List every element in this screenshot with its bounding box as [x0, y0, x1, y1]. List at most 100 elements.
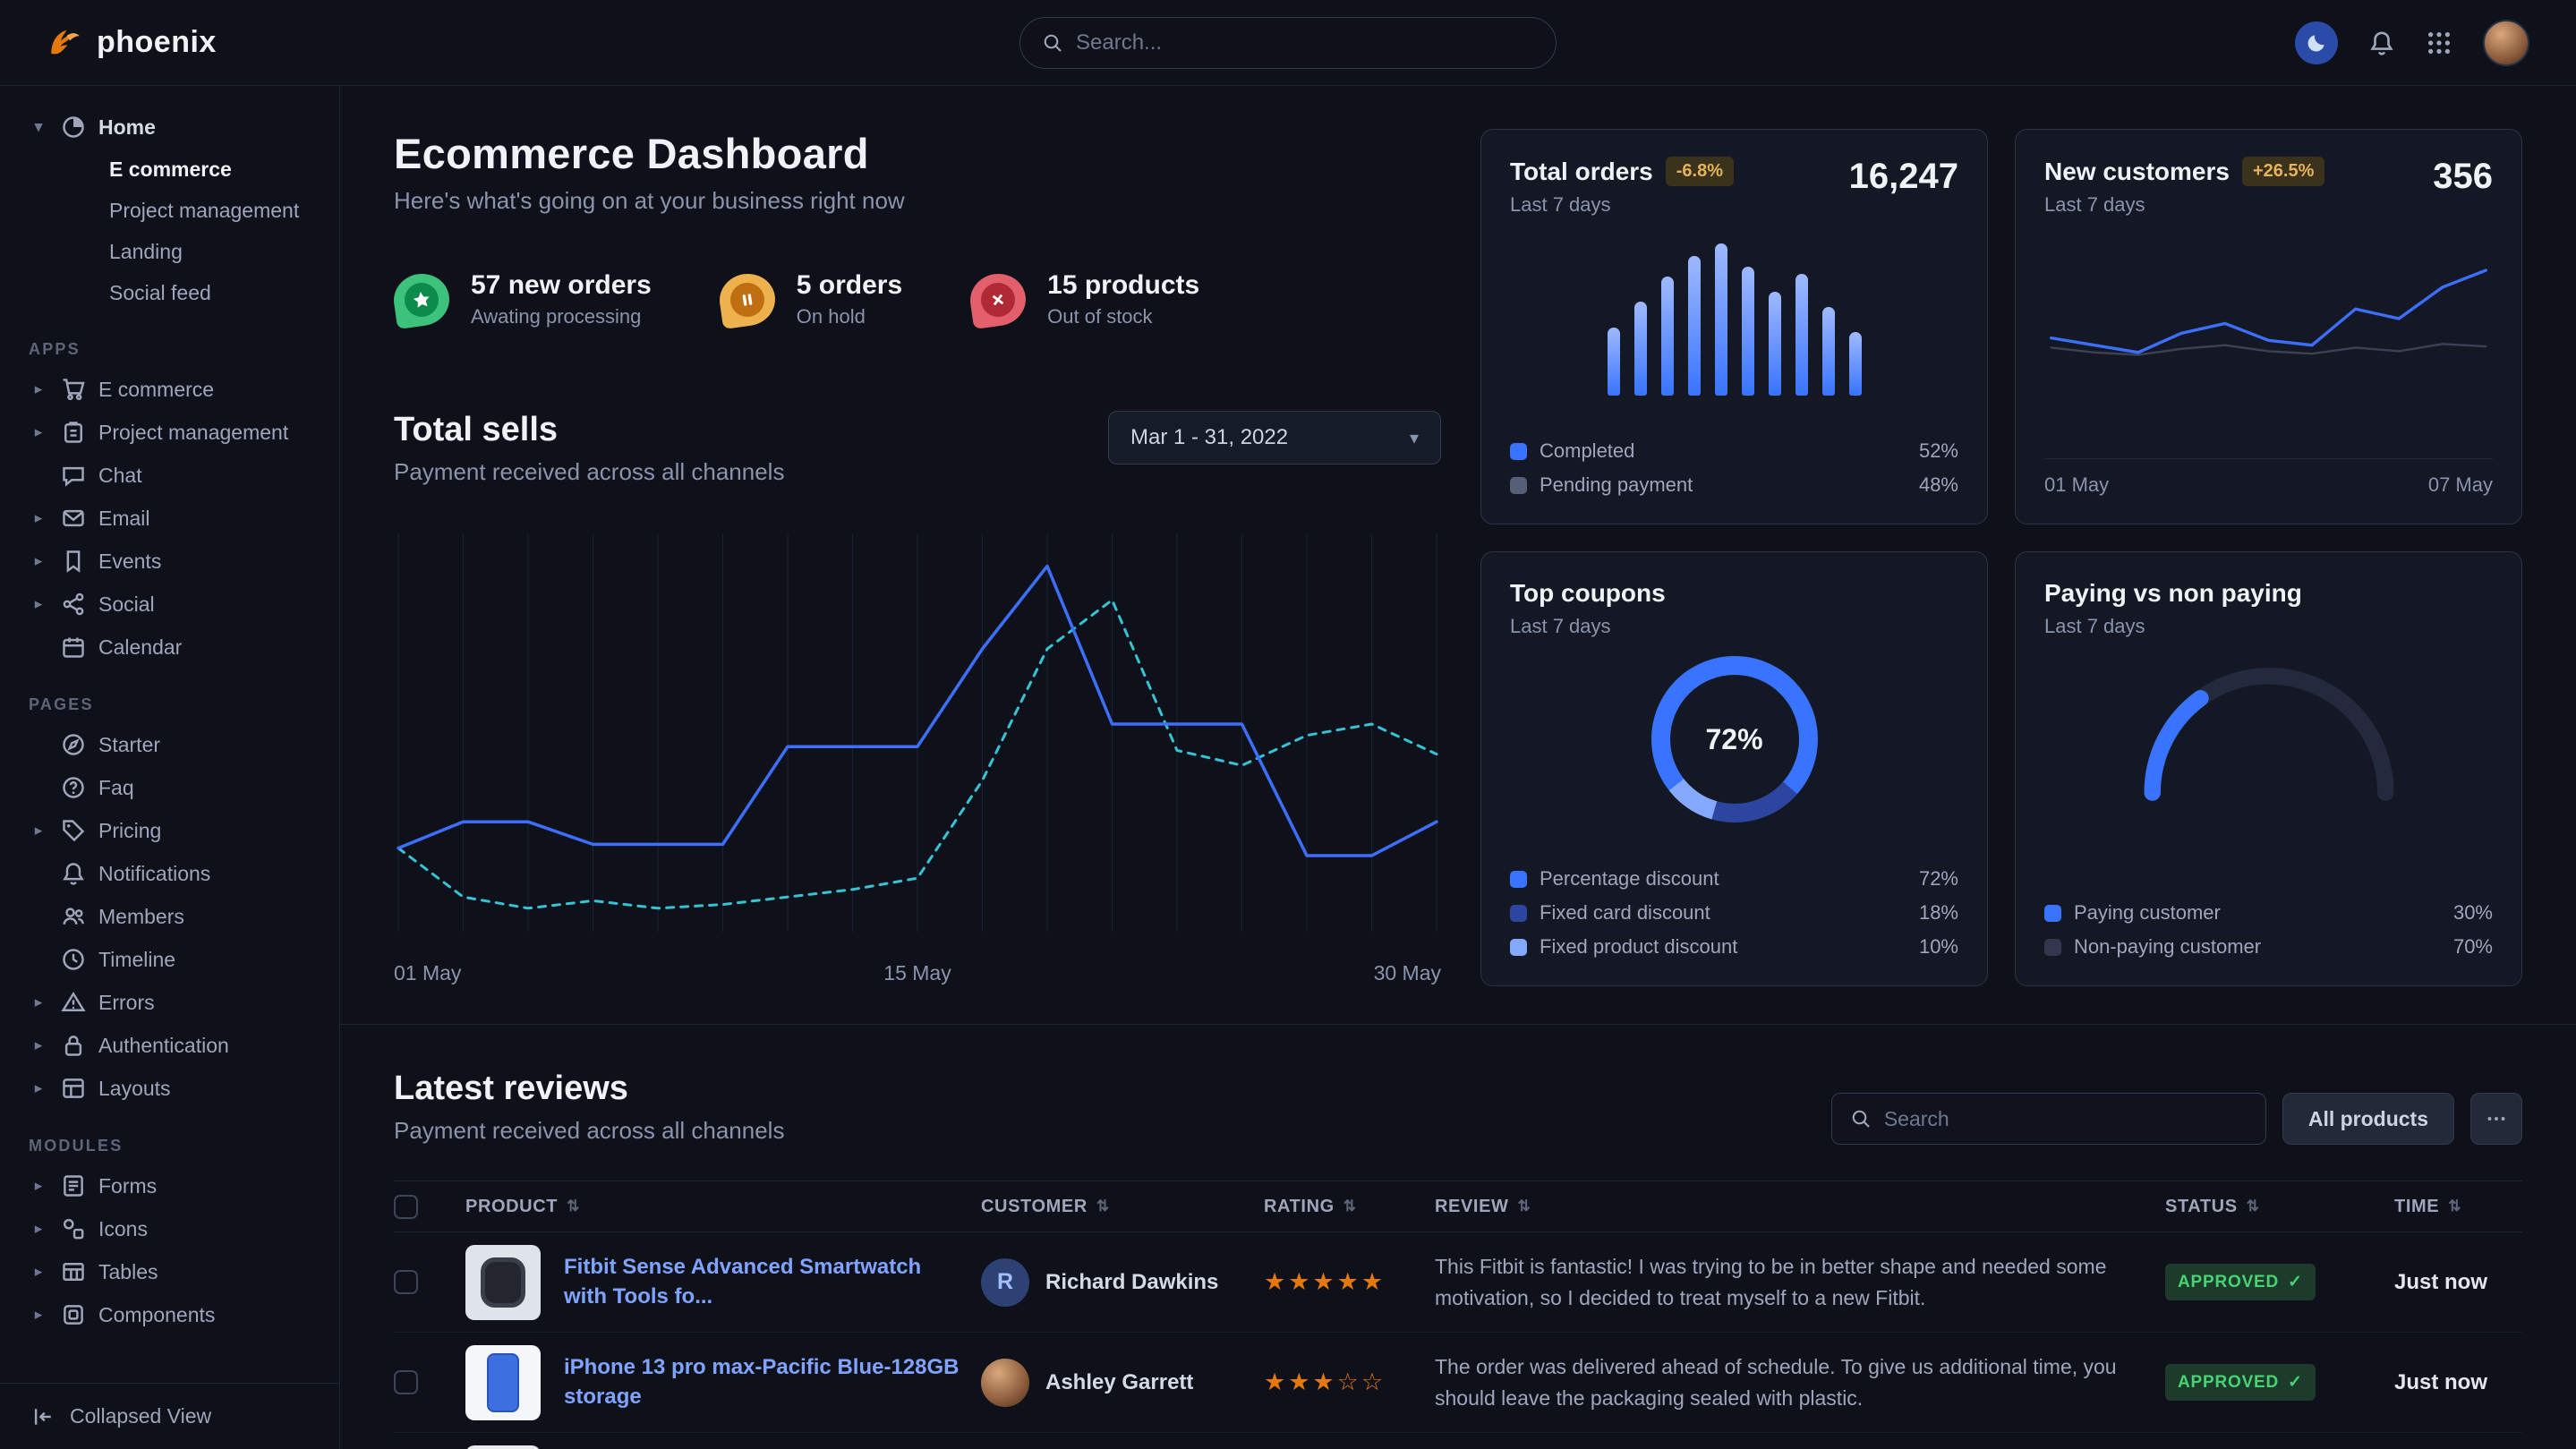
bookmark-icon — [61, 549, 86, 574]
sort-icon: ⇅ — [1096, 1198, 1110, 1215]
product-link[interactable]: Fitbit Sense Advanced Smartwatch with To… — [564, 1253, 967, 1311]
clock-icon — [61, 947, 86, 972]
theme-toggle-button[interactable] — [2295, 21, 2338, 64]
phoenix-logo-icon — [47, 24, 84, 62]
sidebar-item-notifications[interactable]: Notifications — [21, 852, 318, 895]
sidebar-item-timeline[interactable]: Timeline — [21, 938, 318, 981]
sidebar-item-tables[interactable]: ▸Tables — [21, 1250, 318, 1293]
sidebar-item-label: Events — [98, 550, 161, 574]
sidebar-item-label: Icons — [98, 1217, 148, 1241]
legend-label: Paying customer — [2074, 901, 2221, 925]
sidebar-item-social-feed[interactable]: Social feed — [21, 272, 318, 313]
user-avatar[interactable] — [2483, 20, 2529, 66]
chevron-right-icon: ▸ — [29, 509, 48, 527]
legend-swatch — [1510, 477, 1527, 494]
table-row — [394, 1433, 2522, 1449]
sidebar-item-authentication[interactable]: ▸Authentication — [21, 1024, 318, 1067]
sidebar-item-layouts[interactable]: ▸Layouts — [21, 1067, 318, 1110]
question-icon — [61, 775, 86, 800]
sidebar-item-members[interactable]: Members — [21, 895, 318, 938]
stat-blob-circle — [979, 280, 1018, 319]
sidebar-item-events[interactable]: ▸Events — [21, 540, 318, 583]
sidebar-item-project-management[interactable]: Project management — [21, 190, 318, 231]
column-header-customer[interactable]: CUSTOMER⇅ — [981, 1197, 1250, 1217]
sidebar-item-label: Authentication — [98, 1034, 229, 1058]
sidebar-item-forms[interactable]: ▸Forms — [21, 1164, 318, 1207]
sidebar-item-home[interactable]: ▾Home — [21, 106, 318, 149]
global-search-input[interactable] — [1076, 30, 1534, 55]
review-time: Just now — [2394, 1270, 2522, 1295]
sidebar-item-e-commerce[interactable]: ▸E commerce — [21, 368, 318, 411]
sidebar-item-social[interactable]: ▸Social — [21, 583, 318, 626]
sidebar-item-e-commerce[interactable]: E commerce — [21, 149, 318, 190]
legend-value: 70% — [2453, 935, 2493, 959]
brand-logo[interactable]: phoenix — [47, 24, 217, 62]
top-navbar: phoenix — [0, 0, 2576, 86]
sidebar: ▾HomeE commerceProject managementLanding… — [0, 86, 340, 1449]
column-header-rating[interactable]: RATING⇅ — [1264, 1197, 1420, 1217]
sidebar-item-label: Layouts — [98, 1077, 171, 1101]
stat-blob — [390, 269, 452, 328]
new-customers-card: New customers +26.5% Last 7 days 356 01 … — [2015, 129, 2522, 524]
legend-swatch — [1510, 905, 1527, 922]
dashboard-cards: Total orders -6.8% Last 7 days 16,247 Co… — [1480, 129, 2522, 986]
order-bar — [1715, 243, 1727, 396]
chevron-right-icon: ▸ — [29, 1220, 48, 1238]
navbar-actions — [2295, 20, 2529, 66]
reviews-table-header: PRODUCT⇅ CUSTOMER⇅ RATING⇅ REVIEW⇅ STATUS⇅ TI… — [394, 1181, 2522, 1232]
stat-out-of-stock: 15 productsOut of stock — [970, 270, 1199, 328]
date-range-select[interactable]: Mar 1 - 31, 2022 ▾ — [1108, 411, 1441, 465]
stat-subtitle: Awating processing — [471, 305, 652, 328]
collapse-icon — [30, 1404, 55, 1429]
legend-value: 30% — [2453, 901, 2493, 925]
column-header-review[interactable]: REVIEW⇅ — [1435, 1197, 2151, 1217]
collapsed-view-label: Collapsed View — [70, 1404, 211, 1428]
sort-icon: ⇅ — [1518, 1198, 1531, 1215]
legend-item-fixed-product-discount: Fixed product discount10% — [1510, 935, 1958, 959]
star-icon — [411, 288, 433, 311]
sidebar-item-email[interactable]: ▸Email — [21, 497, 318, 540]
order-bar — [1769, 292, 1781, 396]
sidebar-item-label: Notifications — [98, 862, 210, 886]
legend-value: 18% — [1919, 901, 1958, 925]
top-coupons-card: Top coupons Last 7 days 72% Percentage d… — [1480, 551, 1988, 986]
review-text: This Fitbit is fantastic! I was trying t… — [1435, 1251, 2151, 1313]
sidebar-item-calendar[interactable]: Calendar — [21, 626, 318, 669]
select-all-checkbox[interactable] — [394, 1195, 418, 1219]
customer-name: Ashley Garrett — [1045, 1370, 1193, 1395]
status-badge: APPROVED✓ — [2165, 1264, 2316, 1300]
row-checkbox[interactable] — [394, 1270, 418, 1294]
column-header-status[interactable]: STATUS⇅ — [2165, 1197, 2380, 1217]
total-sells-chart — [394, 524, 1441, 944]
reviews-search-input[interactable] — [1884, 1107, 2248, 1131]
card-period: Last 7 days — [2044, 193, 2324, 217]
dashboard-top-region: Ecommerce Dashboard Here's what's going … — [340, 86, 2576, 1024]
collapsed-view-toggle[interactable]: Collapsed View — [0, 1383, 339, 1449]
column-header-product[interactable]: PRODUCT⇅ — [465, 1197, 967, 1217]
sidebar-item-landing[interactable]: Landing — [21, 231, 318, 272]
sidebar-item-icons[interactable]: ▸ Icons — [21, 1207, 318, 1250]
sidebar-item-pricing[interactable]: ▸Pricing — [21, 809, 318, 852]
notifications-button[interactable] — [2368, 30, 2395, 56]
sidebar-section-title: PAGES — [29, 695, 311, 714]
sidebar-item-label: Calendar — [98, 635, 182, 660]
stat-blob-circle — [728, 280, 766, 319]
sidebar-item-components[interactable]: ▸Components — [21, 1293, 318, 1336]
more-options-button[interactable] — [2470, 1093, 2522, 1145]
product-link[interactable]: iPhone 13 pro max-Pacific Blue-128GB sto… — [564, 1353, 967, 1411]
sidebar-item-errors[interactable]: ▸Errors — [21, 981, 318, 1024]
all-products-button[interactable]: All products — [2282, 1093, 2454, 1145]
legend-item-completed: Completed52% — [1510, 439, 1958, 463]
users-icon — [61, 904, 86, 929]
sidebar-item-chat[interactable]: Chat — [21, 454, 318, 497]
legend-item-non-paying-customer: Non-paying customer70% — [2044, 935, 2493, 959]
check-icon: ✓ — [2288, 1272, 2303, 1292]
row-checkbox[interactable] — [394, 1370, 418, 1394]
sidebar-item-faq[interactable]: Faq — [21, 766, 318, 809]
column-header-time[interactable]: TIME⇅ — [2394, 1197, 2522, 1217]
apps-grid-button[interactable] — [2426, 30, 2452, 56]
sidebar-item-project-management[interactable]: ▸Project management — [21, 411, 318, 454]
sidebar-item-starter[interactable]: Starter — [21, 723, 318, 766]
check-icon: ✓ — [2288, 1372, 2303, 1393]
customer-avatar: R — [981, 1258, 1029, 1307]
